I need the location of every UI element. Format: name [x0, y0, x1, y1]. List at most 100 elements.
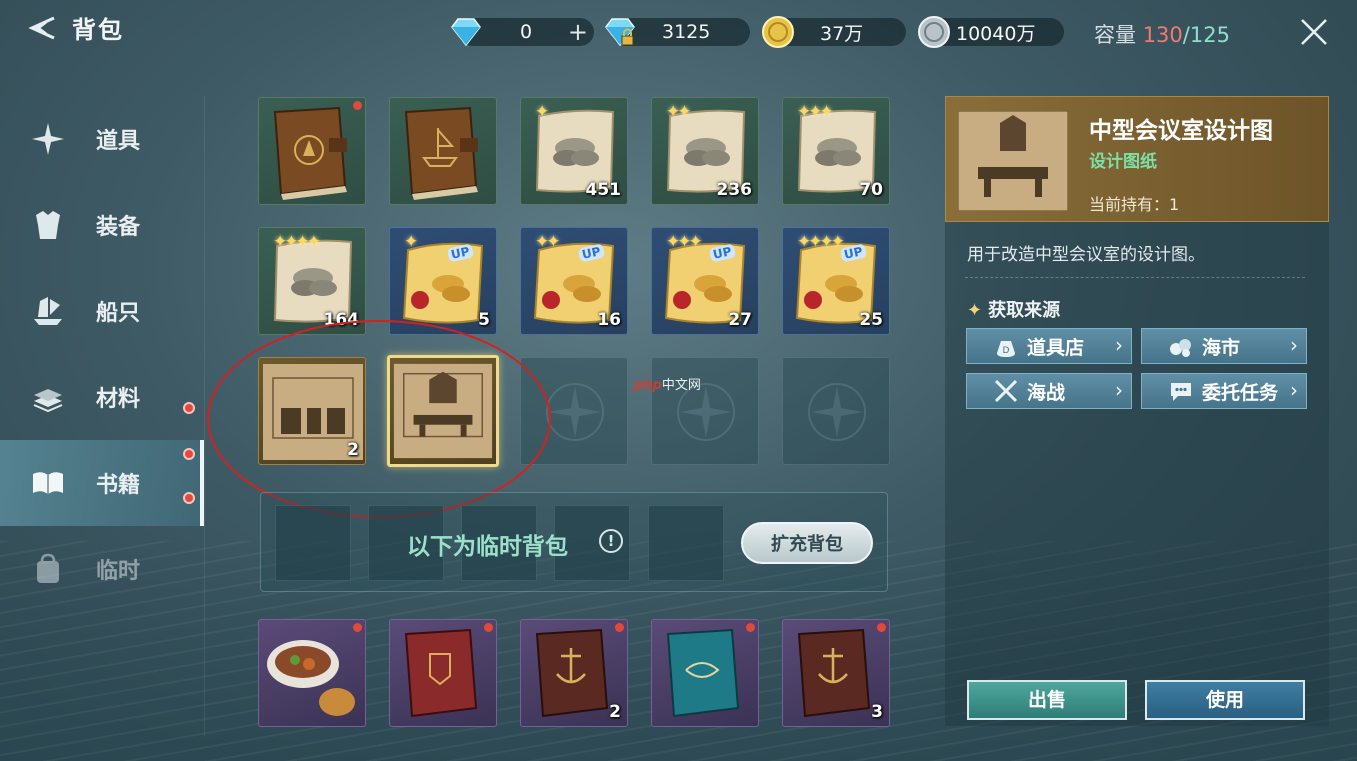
- info-icon[interactable]: !: [599, 529, 623, 553]
- sidebar-item-props[interactable]: 道具: [0, 96, 204, 182]
- sidebar-item-label: 书籍: [96, 473, 141, 498]
- rarity-stars: ✦✦: [535, 232, 560, 252]
- new-dot: [353, 623, 362, 632]
- ship-book-icon: [404, 106, 478, 200]
- inventory-slot-brown-book-ship[interactable]: [389, 97, 497, 205]
- sidebar-item-label: 道具: [96, 129, 141, 154]
- armor-icon: [36, 211, 60, 239]
- sidebar-item-temporary[interactable]: 临时: [0, 492, 204, 612]
- bag-icon: [37, 553, 59, 583]
- inventory-slot-red-book[interactable]: [389, 619, 497, 727]
- gold-coin-icon: [762, 16, 794, 48]
- market-goods-icon: [1170, 339, 1191, 357]
- rarity-stars: ✦✦✦✦: [273, 232, 321, 252]
- watermark: php中文网: [634, 374, 701, 393]
- silver-value: 10040万: [956, 22, 1036, 45]
- ship-icon: [34, 297, 62, 325]
- blueprint-icon: [393, 363, 493, 459]
- back-arrow-icon: [28, 16, 55, 39]
- book-icon: [33, 472, 63, 494]
- rarity-stars: ✦✦: [666, 102, 691, 122]
- rarity-stars: ✦✦✦: [666, 232, 703, 252]
- inventory-slot-gold-scroll-3[interactable]: ✦✦✦ UP 27: [651, 227, 759, 335]
- inventory-slot-food[interactable]: [258, 619, 366, 727]
- inventory-slot-barrel-scroll-2[interactable]: ✦✦ 236: [651, 97, 759, 205]
- inventory-slot-barrel-scroll-1[interactable]: ✦ 451: [520, 97, 628, 205]
- rarity-stars: ✦✦✦: [797, 102, 834, 122]
- brown-book-icon: [273, 106, 347, 200]
- sidebar-item-label: 船只: [96, 301, 141, 326]
- temp-slot[interactable]: [648, 505, 724, 581]
- money-bag-icon: D: [997, 341, 1015, 357]
- teal-book-icon: [666, 628, 740, 718]
- sidebar-item-label: 装备: [96, 215, 141, 240]
- inventory-slot-gold-scroll-1[interactable]: ✦ UP 5: [389, 227, 497, 335]
- locked-diamond-value: 3125: [662, 21, 711, 43]
- item-held-count: 当前持有：1: [1089, 195, 1180, 214]
- category-sidebar: 道具 装备 船只 材料 书籍 临时: [0, 96, 204, 612]
- source-market-button[interactable]: 海市 ›: [1141, 328, 1307, 364]
- new-dot: [746, 623, 755, 632]
- watermark-brand: php: [634, 378, 662, 393]
- inventory-slot-blueprint[interactable]: 2: [258, 357, 366, 465]
- page-title: 背包: [72, 16, 124, 44]
- source-commission-button[interactable]: 委托任务 ›: [1141, 373, 1307, 409]
- inventory-slot-brown-book[interactable]: [258, 97, 366, 205]
- item-count: 5: [478, 310, 490, 330]
- new-dot: [484, 623, 493, 632]
- food-stew-icon: [267, 640, 355, 716]
- silver-coin-icon: [918, 16, 950, 48]
- temp-slot[interactable]: [275, 505, 351, 581]
- inventory-slot-barrel-scroll-3[interactable]: ✦✦✦ 70: [782, 97, 890, 205]
- notification-dot: [183, 448, 195, 460]
- source-naval-battle-button[interactable]: 海战 ›: [966, 373, 1132, 409]
- expand-bag-button[interactable]: 扩充背包: [741, 522, 873, 564]
- inventory-slot-anchor-book-2[interactable]: 3: [782, 619, 890, 727]
- close-icon[interactable]: [1296, 14, 1332, 50]
- inventory-slot-blueprint-selected[interactable]: [387, 355, 499, 467]
- inventory-slot-anchor-book-1[interactable]: 2: [520, 619, 628, 727]
- silver-currency: 10040万: [918, 16, 1064, 48]
- use-button[interactable]: 使用: [1145, 680, 1305, 720]
- capacity-label: 容量: [1094, 23, 1136, 47]
- item-count: 451: [585, 180, 622, 200]
- sidebar-item-materials[interactable]: 材料: [0, 354, 204, 440]
- item-count: 2: [609, 702, 621, 722]
- diamond-currency: 0 +: [451, 18, 594, 47]
- capacity-display: 容量 130/125: [1094, 19, 1230, 49]
- empty-slot[interactable]: [782, 357, 890, 465]
- source-label: 委托任务: [1202, 381, 1279, 404]
- item-count: 16: [597, 310, 621, 330]
- inventory-slot-teal-book[interactable]: [651, 619, 759, 727]
- add-diamond-button[interactable]: +: [568, 18, 588, 46]
- crossed-swords-icon: [994, 379, 1018, 403]
- new-dot: [615, 623, 624, 632]
- empty-slot[interactable]: [520, 357, 628, 465]
- item-name: 中型会议室设计图: [1089, 118, 1273, 144]
- empty-slot-emblem-icon: [546, 383, 604, 441]
- inventory-slot-gold-scroll-4[interactable]: ✦✦✦✦ UP 25: [782, 227, 890, 335]
- temporary-bag-panel: 以下为临时背包 ! 扩充背包: [260, 492, 888, 592]
- sidebar-item-ships[interactable]: 船只: [0, 268, 204, 354]
- locked-diamond-icon: [605, 18, 635, 47]
- sell-button[interactable]: 出售: [967, 680, 1127, 720]
- source-item-shop-button[interactable]: D 道具店 ›: [966, 328, 1132, 364]
- sidebar-item-equipment[interactable]: 装备: [0, 182, 204, 268]
- watermark-text: 中文网: [661, 378, 701, 393]
- item-count: 164: [323, 310, 360, 330]
- star-icon: [32, 123, 64, 155]
- chevron-right-icon: ›: [1115, 378, 1123, 402]
- sidebar-divider: [204, 96, 205, 736]
- new-dot: [877, 623, 886, 632]
- sidebar-item-books[interactable]: 书籍: [0, 402, 204, 526]
- chevron-right-icon: ›: [1290, 333, 1298, 357]
- sidebar-item-label: 材料: [96, 387, 141, 412]
- back-button[interactable]: 背包: [24, 10, 124, 45]
- inventory-slot-gold-scroll-2[interactable]: ✦✦ UP 16: [520, 227, 628, 335]
- new-dot: [353, 101, 362, 110]
- item-count: 236: [716, 180, 753, 200]
- rarity-stars: ✦✦✦✦: [797, 232, 845, 252]
- svg-text:D: D: [1003, 346, 1010, 356]
- temp-bag-label: 以下为临时背包: [407, 534, 568, 560]
- inventory-slot-barrel-scroll-4[interactable]: ✦✦✦✦ 164: [258, 227, 366, 335]
